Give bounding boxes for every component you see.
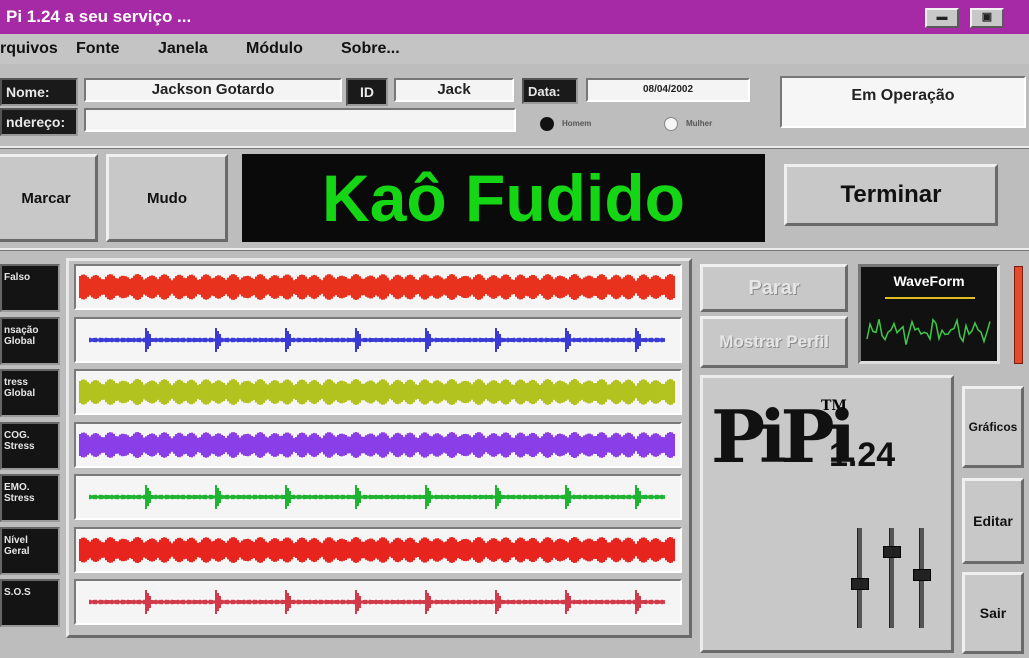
radio-homem-label: Homem bbox=[562, 119, 592, 128]
name-field[interactable]: Jackson Gotardo bbox=[84, 78, 342, 102]
track-label: COG. Stress bbox=[0, 421, 60, 470]
sair-button[interactable]: Sair bbox=[962, 572, 1024, 654]
slider-track[interactable] bbox=[889, 528, 894, 628]
graficos-button[interactable]: Gráficos bbox=[962, 386, 1024, 468]
level-indicator bbox=[1014, 266, 1023, 364]
slider-knob[interactable] bbox=[851, 577, 869, 590]
waveform-panel: WaveForm bbox=[858, 264, 1000, 364]
track-label: Falso bbox=[0, 264, 60, 312]
data-label: Data: bbox=[522, 78, 578, 104]
slider-knob[interactable] bbox=[913, 568, 931, 581]
id-field[interactable]: Jack bbox=[394, 78, 514, 102]
slider-knob[interactable] bbox=[883, 546, 901, 558]
separator bbox=[0, 146, 1029, 149]
maximize-button[interactable]: ▣ bbox=[970, 8, 1004, 28]
track-waveform bbox=[74, 579, 682, 625]
track-label: tress Global bbox=[0, 369, 60, 417]
status-display: Em Operação bbox=[780, 76, 1026, 128]
menu-janela[interactable]: Janela bbox=[158, 38, 208, 60]
mostrar-perfil-button[interactable]: Mostrar Perfil bbox=[700, 316, 848, 368]
radio-homem[interactable] bbox=[540, 117, 554, 131]
mudo-button[interactable]: Mudo bbox=[106, 154, 228, 242]
track-waveform bbox=[74, 421, 682, 468]
pipi-panel: PiPi TM 1.24 bbox=[700, 375, 954, 653]
menu-arquivos[interactable]: rquivos bbox=[0, 38, 58, 60]
track-label: EMO. Stress bbox=[0, 474, 60, 522]
waveform-underline bbox=[885, 297, 975, 299]
address-field[interactable] bbox=[84, 108, 516, 132]
track-label: S.O.S bbox=[0, 579, 60, 627]
radio-mulher-label: Mulher bbox=[686, 119, 713, 128]
track-waveform bbox=[74, 369, 682, 415]
pipi-logo: PiPi TM 1.24 bbox=[711, 394, 895, 479]
track-label: Nível Geral bbox=[0, 526, 60, 575]
title-bar: Pi 1.24 a seu serviço ... bbox=[0, 0, 1029, 34]
date-field[interactable]: 08/04/2002 bbox=[586, 78, 750, 102]
window-title: Pi 1.24 a seu serviço ... bbox=[6, 7, 192, 26]
terminar-button[interactable]: Terminar bbox=[784, 164, 998, 226]
parar-button[interactable]: Parar bbox=[700, 264, 848, 312]
radio-mulher[interactable] bbox=[664, 117, 678, 131]
track-waveform bbox=[74, 316, 682, 363]
waveform-graph bbox=[866, 317, 991, 345]
track-label: nsação Global bbox=[0, 316, 60, 365]
status-text: Em Operação bbox=[851, 87, 955, 104]
menu-sobre[interactable]: Sobre... bbox=[341, 38, 400, 60]
separator-2 bbox=[0, 248, 1029, 251]
address-label: ndereço: bbox=[0, 108, 78, 136]
minimize-button[interactable]: ▬ bbox=[925, 8, 959, 28]
menu-bar: rquivos Fonte Janela Módulo Sobre... bbox=[0, 34, 1029, 64]
name-label: Nome: bbox=[0, 78, 78, 106]
track-waveform bbox=[74, 526, 682, 573]
marcar-button[interactable]: Marcar bbox=[0, 154, 98, 242]
waveform-title: WaveForm bbox=[893, 273, 965, 289]
id-label: ID bbox=[346, 78, 388, 106]
editar-button[interactable]: Editar bbox=[962, 478, 1024, 564]
menu-modulo[interactable]: Módulo bbox=[246, 38, 303, 60]
track-waveform bbox=[74, 474, 682, 520]
main-display: Kaô Fudido bbox=[242, 154, 765, 242]
track-waveform bbox=[74, 264, 682, 310]
logo-version: 1.24 bbox=[829, 436, 896, 474]
display-text: Kaô Fudido bbox=[322, 161, 685, 235]
logo-trademark: TM bbox=[821, 398, 847, 414]
menu-fonte[interactable]: Fonte bbox=[76, 38, 120, 60]
